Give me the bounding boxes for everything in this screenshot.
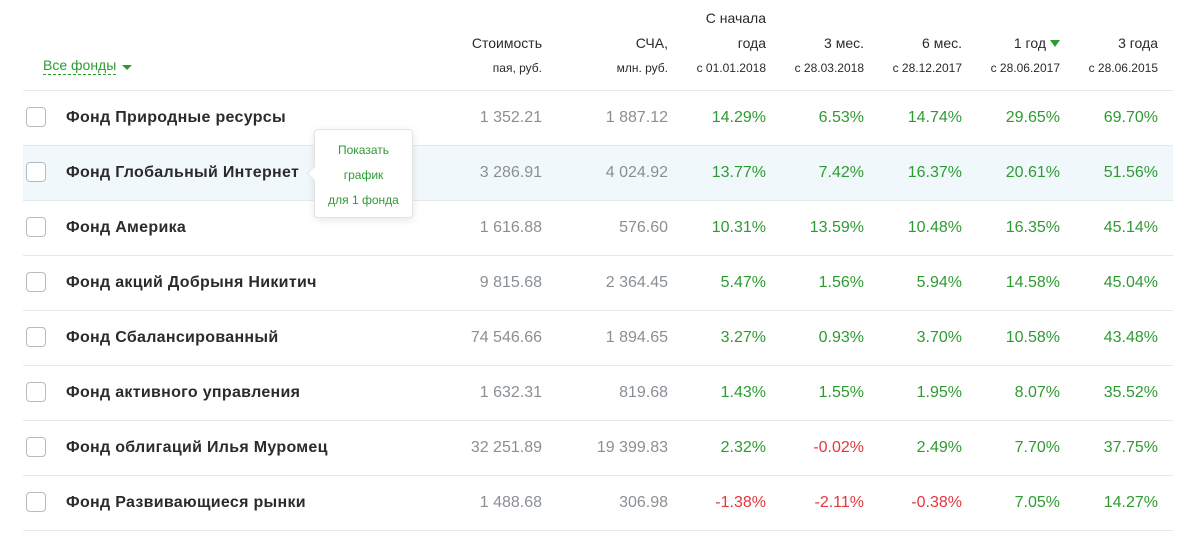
row-checkbox[interactable] xyxy=(26,162,46,182)
fund-name-link[interactable]: Фонд активного управления xyxy=(66,366,300,420)
show-chart-tooltip[interactable]: Показать график для 1 фонда xyxy=(306,129,413,218)
row-checkbox[interactable] xyxy=(26,107,46,127)
chevron-down-icon xyxy=(122,65,133,70)
table-row[interactable]: Фонд Природные ресурсы 1 352.21 1 887.12 14… xyxy=(23,91,1173,146)
table-row[interactable]: Фонд облигаций Илья Муромец 32 251.89 19 3… xyxy=(23,421,1173,476)
fund-name-link[interactable]: Фонд Глобальный Интернет xyxy=(66,146,299,200)
fund-name-link[interactable]: Фонд акций Добрыня Никитич xyxy=(66,256,317,310)
cell-price: 32 251.89 xyxy=(470,439,542,456)
cell-price: 1 488.68 xyxy=(479,494,542,511)
funds-table: Все фонды Стоимость пая, руб. СЧА, млн. руб… xyxy=(23,0,1173,531)
row-checkbox[interactable] xyxy=(26,272,46,292)
cell-price: 1 352.21 xyxy=(479,109,542,126)
cell-price: 1 616.88 xyxy=(479,219,542,236)
cell-price: 3 286.91 xyxy=(479,164,542,181)
fund-name-link[interactable]: Фонд облигаций Илья Муромец xyxy=(66,421,328,475)
fund-name-link[interactable]: Фонд Сбалансированный xyxy=(66,311,278,365)
cell-y3: 43.48% xyxy=(1103,329,1158,346)
row-checkbox[interactable] xyxy=(26,327,46,347)
cell-y3: 14.27% xyxy=(1103,494,1158,511)
table-row[interactable]: Фонд акций Добрыня Никитич 9 815.68 2 364.… xyxy=(23,256,1173,311)
row-checkbox[interactable] xyxy=(26,217,46,237)
row-checkbox[interactable] xyxy=(26,437,46,457)
column-header-line1 xyxy=(422,6,542,31)
table-row[interactable]: Фонд Сбалансированный 74 546.66 1 894.65 3.… xyxy=(23,311,1173,366)
cell-y3: 35.52% xyxy=(1103,384,1158,401)
table-header: Все фонды Стоимость пая, руб. СЧА, млн. руб… xyxy=(23,0,1173,91)
cell-y3: 45.14% xyxy=(1103,219,1158,236)
column-header-title: Стоимость xyxy=(422,31,542,56)
column-header-price[interactable]: Стоимость пая, руб. xyxy=(422,6,542,81)
funds-filter-label: Все фонды xyxy=(43,57,117,75)
tooltip-line-2: график xyxy=(343,168,384,182)
cell-price: 74 546.66 xyxy=(470,329,542,346)
funds-filter-dropdown[interactable]: Все фонды xyxy=(43,56,133,75)
row-checkbox[interactable] xyxy=(26,382,46,402)
tooltip-line-1: Показать xyxy=(337,143,389,157)
cell-y3: 69.70% xyxy=(1103,109,1158,126)
column-header-y3[interactable]: 3 года с 28.06.2015 xyxy=(1038,6,1158,81)
column-header-title-text: 3 года xyxy=(1118,35,1158,51)
column-header-subtitle: пая, руб. xyxy=(492,61,542,75)
cell-price: 9 815.68 xyxy=(479,274,542,291)
column-header-subtitle: с 28.06.2015 xyxy=(1088,61,1158,75)
table-row[interactable]: Фонд Развивающиеся рынки 1 488.68 306.98 -1… xyxy=(23,476,1173,531)
table-row[interactable]: Фонд активного управления 1 632.31 819.68 1… xyxy=(23,366,1173,421)
column-header-line1 xyxy=(1038,6,1158,31)
tooltip-line-3: для 1 фонда xyxy=(328,193,399,207)
column-header-title-text: Стоимость xyxy=(471,35,542,51)
row-checkbox[interactable] xyxy=(26,492,46,512)
cell-y3: 45.04% xyxy=(1103,274,1158,291)
fund-name-link[interactable]: Фонд Америка xyxy=(66,201,186,255)
cell-y3: 51.56% xyxy=(1103,164,1158,181)
table-row[interactable]: Фонд Глобальный Интернет 3 286.91 4 024.92… xyxy=(23,146,1173,201)
column-header-title: 3 года xyxy=(1038,31,1158,56)
fund-name-link[interactable]: Фонд Развивающиеся рынки xyxy=(66,476,306,530)
cell-price: 1 632.31 xyxy=(479,384,542,401)
table-row[interactable]: Фонд Америка 1 616.88 576.60 10.31% 13.59% 10… xyxy=(23,201,1173,256)
fund-name-link[interactable]: Фонд Природные ресурсы xyxy=(66,91,286,145)
cell-y3: 37.75% xyxy=(1103,439,1158,456)
